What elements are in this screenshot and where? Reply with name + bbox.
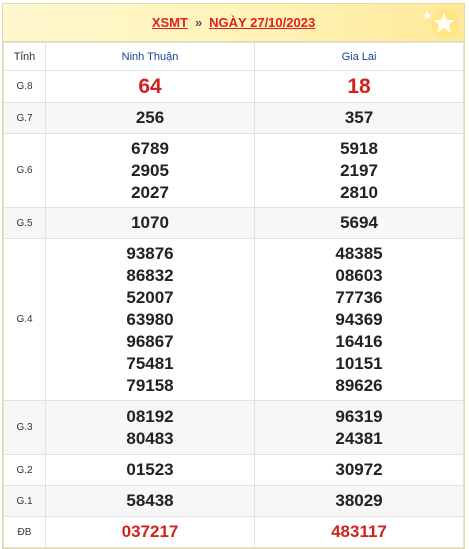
- prize-label: G.3: [3, 400, 46, 455]
- prize-cell: 18: [254, 70, 464, 103]
- prize-label: G.6: [3, 133, 46, 208]
- prize-number: 483117: [331, 522, 387, 541]
- table-header-row: Tỉnh Ninh Thuận Gia Lai: [3, 42, 464, 71]
- prize-cell: 5918 2197 2810: [254, 133, 464, 208]
- prize-label: G.5: [3, 207, 46, 239]
- prize-label: G.7: [3, 102, 46, 134]
- prize-number: 1070: [131, 213, 169, 232]
- prize-number: 6789: [131, 138, 169, 158]
- prize-cell: 5694: [254, 207, 464, 239]
- prize-number: 08192: [126, 406, 174, 426]
- prize-row: G.7 256 357: [3, 102, 464, 134]
- prize-number: 96867: [126, 331, 174, 351]
- prize-cell: 256: [45, 102, 255, 134]
- prize-cell: 48385 08603 77736 94369 16416 10151 89626: [254, 238, 464, 401]
- prize-number: 10151: [335, 353, 383, 373]
- prize-number: 94369: [335, 309, 383, 329]
- prize-cell: 1070: [45, 207, 255, 239]
- prize-row: G.3 08192 80483 96319 24381: [3, 400, 464, 455]
- prize-number: 52007: [126, 287, 174, 307]
- prize-cell: 96319 24381: [254, 400, 464, 455]
- prize-number: 30972: [335, 460, 383, 479]
- prize-row: ĐB 037217 483117: [3, 516, 464, 548]
- prize-number: 63980: [126, 309, 174, 329]
- prize-cell: 01523: [45, 454, 255, 486]
- prize-cell: 38029: [254, 485, 464, 517]
- prize-number: 75481: [126, 353, 174, 373]
- prize-number: 2905: [131, 160, 169, 180]
- prize-cell: 08192 80483: [45, 400, 255, 455]
- prize-number: 48385: [335, 243, 383, 263]
- results-panel: XSMT » NGÀY 27/10/2023 Tỉnh Ninh Thuận G…: [2, 3, 465, 549]
- prize-number: 96319: [335, 406, 383, 426]
- prize-number: 2810: [340, 182, 378, 202]
- prize-cell: 357: [254, 102, 464, 134]
- prize-label: G.8: [3, 70, 46, 103]
- prize-cell: 037217: [45, 516, 255, 548]
- prize-cell: 93876 86832 52007 63980 96867 75481 79158: [45, 238, 255, 401]
- prize-cell: 58438: [45, 485, 255, 517]
- prize-cell: 483117: [254, 516, 464, 548]
- prize-number: 037217: [121, 522, 179, 541]
- prize-cell: 6789 2905 2027: [45, 133, 255, 208]
- prize-number: 08603: [335, 265, 383, 285]
- prize-label: G.4: [3, 238, 46, 401]
- prize-number: 01523: [126, 460, 174, 479]
- prize-number: 16416: [335, 331, 383, 351]
- prize-number: 5694: [340, 213, 378, 232]
- prize-number: 89626: [335, 375, 383, 395]
- prize-number: 5918: [340, 138, 378, 158]
- results-table: Tỉnh Ninh Thuận Gia Lai G.8 64 18 G.7 256 357…: [3, 42, 464, 548]
- prize-number: 93876: [126, 243, 174, 263]
- prize-row: G.2 01523 30972: [3, 454, 464, 486]
- prize-row: G.8 64 18: [3, 70, 464, 103]
- prize-number: 80483: [126, 428, 174, 448]
- prize-row: G.5 1070 5694: [3, 207, 464, 239]
- stars-icon: [422, 8, 458, 38]
- prize-row: G.4 93876 86832 52007 63980 96867 75481 79158 48…: [3, 238, 464, 401]
- prize-number: 256: [135, 108, 165, 127]
- prize-number: 24381: [335, 428, 383, 448]
- province-column-label: Tỉnh: [3, 42, 46, 71]
- prize-number: 79158: [126, 375, 174, 395]
- results-header: XSMT » NGÀY 27/10/2023: [3, 4, 464, 42]
- prize-number: 2197: [340, 160, 378, 180]
- prize-number: 18: [347, 74, 371, 98]
- prize-number: 2027: [131, 182, 169, 202]
- prize-label: G.1: [3, 485, 46, 517]
- prize-number: 86832: [126, 265, 174, 285]
- prize-number: 357: [344, 108, 374, 127]
- prize-number: 64: [138, 74, 162, 98]
- prize-row: G.6 6789 2905 2027 5918 2197 2810: [3, 133, 464, 208]
- prize-number: 77736: [335, 287, 383, 307]
- prize-number: 38029: [335, 491, 383, 510]
- prize-number: 58438: [126, 491, 174, 510]
- date-link[interactable]: NGÀY 27/10/2023: [209, 15, 315, 30]
- province-header-gia-lai[interactable]: Gia Lai: [254, 42, 464, 71]
- prize-label: ĐB: [3, 516, 46, 548]
- prize-cell: 30972: [254, 454, 464, 486]
- prize-label: G.2: [3, 454, 46, 486]
- prize-row: G.1 58438 38029: [3, 485, 464, 517]
- province-header-ninh-thuan[interactable]: Ninh Thuận: [45, 42, 255, 71]
- prize-cell: 64: [45, 70, 255, 103]
- breadcrumb-separator: »: [194, 15, 203, 30]
- region-link[interactable]: XSMT: [152, 15, 188, 30]
